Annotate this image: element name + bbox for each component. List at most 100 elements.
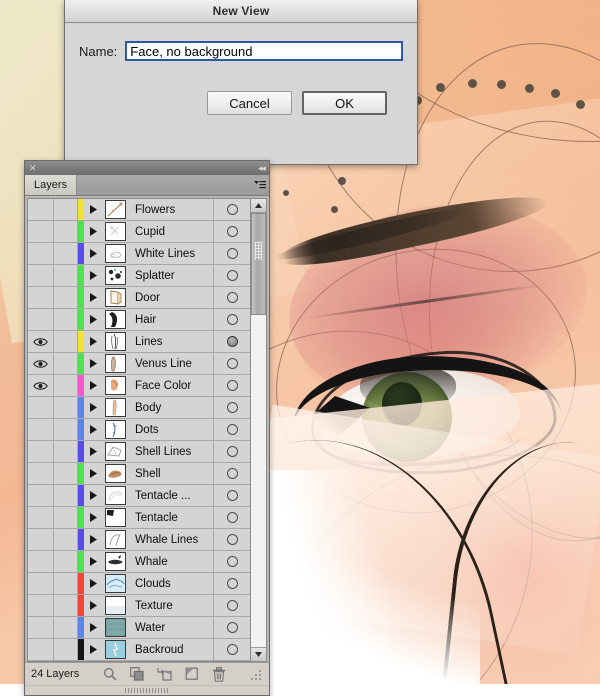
layer-name-label[interactable]: Tentacle	[128, 507, 213, 528]
expand-triangle-icon[interactable]	[84, 463, 102, 484]
lock-toggle[interactable]	[54, 485, 78, 506]
expand-triangle-icon[interactable]	[84, 551, 102, 572]
visibility-toggle[interactable]	[28, 243, 54, 264]
expand-triangle-icon[interactable]	[84, 573, 102, 594]
layer-row[interactable]: Dots	[28, 419, 250, 441]
lock-toggle[interactable]	[54, 617, 78, 638]
scroll-up-arrow[interactable]	[251, 199, 266, 213]
layer-list[interactable]: FlowersCupidWhite LinesSplatterDoorHairL…	[27, 198, 250, 662]
lock-toggle[interactable]	[54, 375, 78, 396]
expand-triangle-icon[interactable]	[84, 507, 102, 528]
expand-triangle-icon[interactable]	[84, 199, 102, 220]
expand-triangle-icon[interactable]	[84, 331, 102, 352]
layer-name-label[interactable]: Body	[128, 397, 213, 418]
visibility-toggle[interactable]	[28, 595, 54, 616]
expand-triangle-icon[interactable]	[84, 441, 102, 462]
make-clipping-mask-icon[interactable]	[130, 667, 144, 681]
visibility-toggle[interactable]	[28, 573, 54, 594]
expand-triangle-icon[interactable]	[84, 397, 102, 418]
lock-toggle[interactable]	[54, 199, 78, 220]
visibility-toggle[interactable]	[28, 617, 54, 638]
scrollbar-track[interactable]	[251, 213, 266, 647]
visibility-toggle[interactable]	[28, 265, 54, 286]
layer-name-label[interactable]: Face Color	[128, 375, 213, 396]
visibility-toggle[interactable]	[28, 199, 54, 220]
lock-toggle[interactable]	[54, 221, 78, 242]
layer-target-indicator[interactable]	[213, 551, 250, 572]
layer-row[interactable]: Flowers	[28, 199, 250, 221]
layer-row[interactable]: Hair	[28, 309, 250, 331]
layer-name-label[interactable]: Whale	[128, 551, 213, 572]
layer-target-indicator[interactable]	[213, 221, 250, 242]
layer-row[interactable]: Whale	[28, 551, 250, 573]
layer-name-label[interactable]: Lines	[128, 331, 213, 352]
layer-target-indicator[interactable]	[213, 199, 250, 220]
lock-toggle[interactable]	[54, 265, 78, 286]
layer-row[interactable]: Shell Lines	[28, 441, 250, 463]
layer-target-indicator[interactable]	[213, 595, 250, 616]
cancel-button[interactable]: Cancel	[207, 91, 292, 115]
visibility-eye-icon[interactable]	[28, 331, 54, 352]
lock-toggle[interactable]	[54, 243, 78, 264]
layer-row[interactable]: Cupid	[28, 221, 250, 243]
visibility-toggle[interactable]	[28, 485, 54, 506]
lock-toggle[interactable]	[54, 441, 78, 462]
lock-toggle[interactable]	[54, 463, 78, 484]
lock-toggle[interactable]	[54, 507, 78, 528]
lock-toggle[interactable]	[54, 309, 78, 330]
visibility-eye-icon[interactable]	[28, 375, 54, 396]
layer-name-label[interactable]: Hair	[128, 309, 213, 330]
layer-target-indicator[interactable]	[213, 353, 250, 374]
layer-target-indicator[interactable]	[213, 639, 250, 660]
layer-target-indicator[interactable]	[213, 331, 250, 352]
close-icon[interactable]: ✕	[29, 164, 37, 173]
visibility-toggle[interactable]	[28, 287, 54, 308]
visibility-toggle[interactable]	[28, 221, 54, 242]
layer-target-indicator[interactable]	[213, 529, 250, 550]
layer-target-indicator[interactable]	[213, 287, 250, 308]
visibility-toggle[interactable]	[28, 397, 54, 418]
expand-triangle-icon[interactable]	[84, 265, 102, 286]
layer-row[interactable]: Venus Line	[28, 353, 250, 375]
visibility-toggle[interactable]	[28, 309, 54, 330]
tab-layers[interactable]: Layers	[25, 175, 77, 195]
lock-toggle[interactable]	[54, 331, 78, 352]
layer-name-label[interactable]: Texture	[128, 595, 213, 616]
expand-triangle-icon[interactable]	[84, 485, 102, 506]
visibility-toggle[interactable]	[28, 529, 54, 550]
name-input[interactable]	[125, 41, 403, 61]
layer-row[interactable]: Shell	[28, 463, 250, 485]
panel-resize-grip[interactable]	[251, 668, 263, 680]
layer-name-label[interactable]: Door	[128, 287, 213, 308]
visibility-toggle[interactable]	[28, 639, 54, 660]
lock-toggle[interactable]	[54, 397, 78, 418]
scroll-down-arrow[interactable]	[251, 647, 266, 661]
visibility-toggle[interactable]	[28, 441, 54, 462]
lock-toggle[interactable]	[54, 573, 78, 594]
layer-target-indicator[interactable]	[213, 441, 250, 462]
layer-row[interactable]: Texture	[28, 595, 250, 617]
expand-triangle-icon[interactable]	[84, 221, 102, 242]
layer-name-label[interactable]: Shell	[128, 463, 213, 484]
expand-triangle-icon[interactable]	[84, 617, 102, 638]
expand-triangle-icon[interactable]	[84, 243, 102, 264]
lock-toggle[interactable]	[54, 353, 78, 374]
layer-row[interactable]: Tentacle	[28, 507, 250, 529]
layer-target-indicator[interactable]	[213, 419, 250, 440]
layer-target-indicator[interactable]	[213, 507, 250, 528]
create-new-layer-icon[interactable]	[185, 667, 199, 681]
layer-row[interactable]: Tentacle ...	[28, 485, 250, 507]
expand-triangle-icon[interactable]	[84, 375, 102, 396]
delete-selection-icon[interactable]	[212, 667, 226, 682]
dialog-titlebar[interactable]: New View	[65, 0, 417, 23]
panel-topbar[interactable]: ✕ ◂◂	[25, 161, 269, 175]
layer-row[interactable]: Backroud	[28, 639, 250, 661]
collapse-icon[interactable]: ◂◂	[258, 164, 265, 173]
lock-toggle[interactable]	[54, 639, 78, 660]
create-new-sublayer-icon[interactable]	[157, 667, 172, 681]
lock-toggle[interactable]	[54, 419, 78, 440]
layer-row[interactable]: Splatter	[28, 265, 250, 287]
expand-triangle-icon[interactable]	[84, 353, 102, 374]
expand-triangle-icon[interactable]	[84, 419, 102, 440]
layer-row[interactable]: Water	[28, 617, 250, 639]
